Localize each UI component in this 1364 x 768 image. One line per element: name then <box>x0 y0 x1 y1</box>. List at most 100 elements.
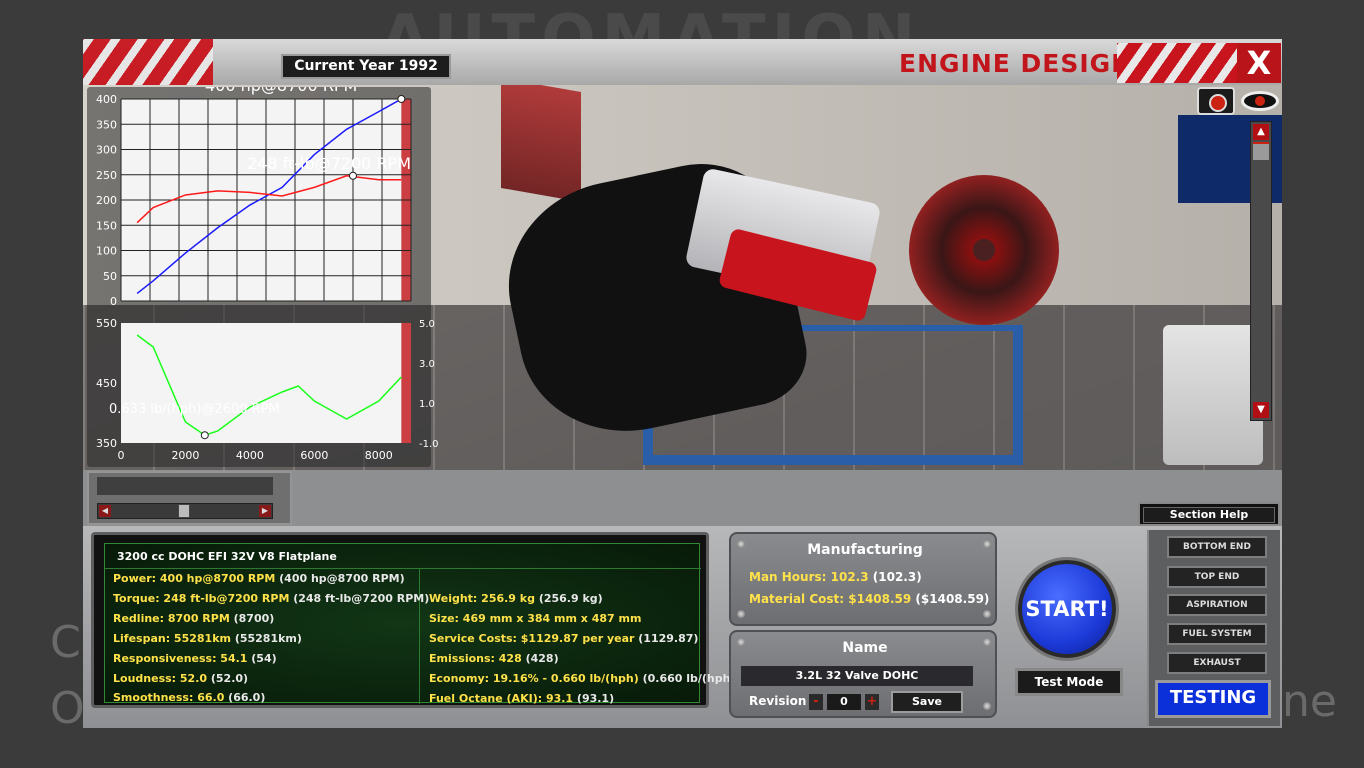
fuel-tank <box>1163 325 1263 465</box>
revision-value: 0 <box>827 694 861 710</box>
nav-fuel-system[interactable]: FUEL SYSTEM <box>1167 623 1267 645</box>
y-tick-label: 0 <box>110 295 117 308</box>
x-tick-label: 6000 <box>300 449 328 462</box>
man-hours: Man Hours: 102.3 (102.3) <box>749 570 922 584</box>
stat-left-5: Loudness: 52.0 (52.0) <box>113 672 249 685</box>
y2-tick-label: -1.0 <box>419 439 439 450</box>
stat-left-3: Lifespan: 55281km (55281km) <box>113 632 302 645</box>
y-tick-label-economy: 350 <box>96 437 117 450</box>
y-tick-label: 100 <box>96 245 117 258</box>
stat-left-0: Power: 400 hp@8700 RPM (400 hp@8700 RPM) <box>113 572 405 585</box>
stat-left-1: Torque: 248 ft-lb@7200 RPM (248 ft-lb@72… <box>113 592 430 605</box>
redline-zone-economy <box>401 323 411 443</box>
y-tick-label: 350 <box>96 118 117 131</box>
nav-exhaust[interactable]: EXHAUST <box>1167 652 1267 674</box>
stats-divider-vertical <box>419 568 420 704</box>
economy-min-label: 0.633 lb/(hph)@2600 RPM <box>109 402 280 417</box>
engine-name-field[interactable]: 3.2L 32 Valve DOHC <box>741 666 973 686</box>
title-stripes-right <box>1117 43 1237 83</box>
bolt <box>737 610 745 618</box>
page-title: ENGINE DESIGN <box>899 49 1134 78</box>
section-help-button[interactable]: Section Help <box>1138 502 1280 526</box>
slider-knob[interactable] <box>178 504 190 518</box>
y-tick-label: 400 <box>96 93 117 106</box>
torque-peak-label: 248 ft-lb@7200 RPM <box>247 154 411 173</box>
stat-right-1: Size: 469 mm x 384 mm x 487 mm <box>429 612 642 625</box>
name-panel: Name 3.2L 32 Valve DOHC Revision - 0 + S… <box>729 630 997 718</box>
title-stripes-left <box>83 39 213 85</box>
nav-testing[interactable]: TESTING <box>1155 680 1271 718</box>
bolt <box>983 610 991 618</box>
nav-top-end[interactable]: TOP END <box>1167 566 1267 588</box>
dyno-fan <box>909 175 1059 325</box>
y2-tick-label: 5.0 <box>419 319 435 330</box>
stat-left-2: Redline: 8700 RPM (8700) <box>113 612 275 625</box>
stat-right-5: Fuel Octane (AKI): 93.1 (93.1) <box>429 692 615 705</box>
bolt <box>983 702 991 710</box>
bottom-panel: Section Help 3200 cc DOHC EFI 32V V8 Fla… <box>83 502 1282 728</box>
nav-aspiration[interactable]: ASPIRATION <box>1167 594 1267 616</box>
camera-icon[interactable] <box>1197 87 1235 115</box>
title-bar: Current Year 1992 ENGINE DESIGN X <box>83 39 1282 85</box>
scroll-down-icon[interactable]: ▼ <box>1253 402 1269 418</box>
close-button[interactable]: X <box>1237 43 1281 83</box>
torque-peak-marker <box>349 171 357 180</box>
stat-right-3: Emissions: 428 (428) <box>429 652 559 665</box>
slider-right-icon[interactable]: ▶ <box>259 505 271 517</box>
power-peak-label: 400 hp@8700 RPM <box>205 87 357 95</box>
nav-bottom-end[interactable]: BOTTOM END <box>1167 536 1267 558</box>
background-text-left: CO <box>50 617 85 734</box>
power-peak-marker <box>397 95 406 103</box>
stats-grid: 3200 cc DOHC EFI 32V V8 Flatplane Power:… <box>104 543 741 705</box>
revision-decrement-button[interactable]: - <box>809 694 823 710</box>
stats-divider <box>105 568 701 569</box>
economy-chart-area <box>121 323 411 443</box>
background-text-right: ne <box>1282 676 1337 727</box>
x-tick-label: 8000 <box>365 449 393 462</box>
wall-poster-left <box>501 85 581 203</box>
y-tick-label: 200 <box>96 194 117 207</box>
y-tick-label: 50 <box>103 270 117 283</box>
name-title: Name <box>842 640 888 656</box>
y2-tick-label: 3.0 <box>419 359 435 370</box>
manufacturing-title: Manufacturing <box>807 542 923 558</box>
scroll-up-icon[interactable]: ▲ <box>1253 124 1269 140</box>
camera-controls <box>1193 85 1281 119</box>
stat-right-4: Economy: 19.16% - 0.660 lb/(hph) (0.660 … <box>429 672 741 685</box>
dyno-graphs: 400 350 300 250 200 150 100 50 0 400 hp@8700 RPM 2… <box>87 87 439 467</box>
revision-increment-button[interactable]: + <box>865 694 879 710</box>
y-tick-label-economy: 550 <box>96 317 117 330</box>
x-tick-label: 2000 <box>171 449 199 462</box>
x-tick-label: 0 <box>118 449 125 462</box>
eye-icon[interactable] <box>1241 91 1279 111</box>
y-tick-label: 300 <box>96 144 117 157</box>
stat-left-4: Responsiveness: 54.1 (54) <box>113 652 277 665</box>
x-tick-label: 4000 <box>236 449 264 462</box>
scroll-thumb[interactable] <box>1253 142 1269 160</box>
test-mode-button[interactable]: Test Mode <box>1015 668 1123 696</box>
slider-display <box>97 477 273 495</box>
current-year: Current Year 1992 <box>281 54 451 79</box>
stat-right-2: Service Costs: $1129.87 per year (1129.8… <box>429 632 699 645</box>
engine-name: 3200 cc DOHC EFI 32V V8 Flatplane <box>117 550 337 563</box>
y-tick-label-economy: 450 <box>96 377 117 390</box>
zoom-scrollbar[interactable]: ▲ ▼ <box>1250 121 1272 421</box>
dyno-graph-svg: 400 350 300 250 200 150 100 50 0 400 hp@8700 RPM 2… <box>96 87 439 462</box>
y-tick-label: 250 <box>96 169 117 182</box>
rpm-slider-panel: ◀ ▶ <box>87 471 292 525</box>
save-button[interactable]: Save <box>891 691 963 713</box>
y2-tick-label: 1.0 <box>419 399 435 410</box>
slider-left-icon[interactable]: ◀ <box>99 505 111 517</box>
stat-left-6: Smoothness: 66.0 (66.0) <box>113 691 266 704</box>
stat-right-0: Weight: 256.9 kg (256.9 kg) <box>429 592 603 605</box>
revision-label: Revision <box>749 694 807 708</box>
section-nav: BOTTOM END TOP END ASPIRATION FUEL SYSTE… <box>1147 530 1280 726</box>
engine-design-window: Current Year 1992 ENGINE DESIGN X ✕ ▲ ▼ … <box>83 39 1282 728</box>
material-cost: Material Cost: $1408.59 ($1408.59) <box>749 592 990 606</box>
rpm-slider[interactable]: ◀ ▶ <box>97 503 273 519</box>
start-button[interactable]: START! <box>1018 560 1116 658</box>
manufacturing-panel: Manufacturing Man Hours: 102.3 (102.3) M… <box>729 532 997 626</box>
stats-panel: 3200 cc DOHC EFI 32V V8 Flatplane Power:… <box>91 532 741 708</box>
y-tick-label: 150 <box>96 219 117 232</box>
economy-min-marker <box>200 431 209 440</box>
